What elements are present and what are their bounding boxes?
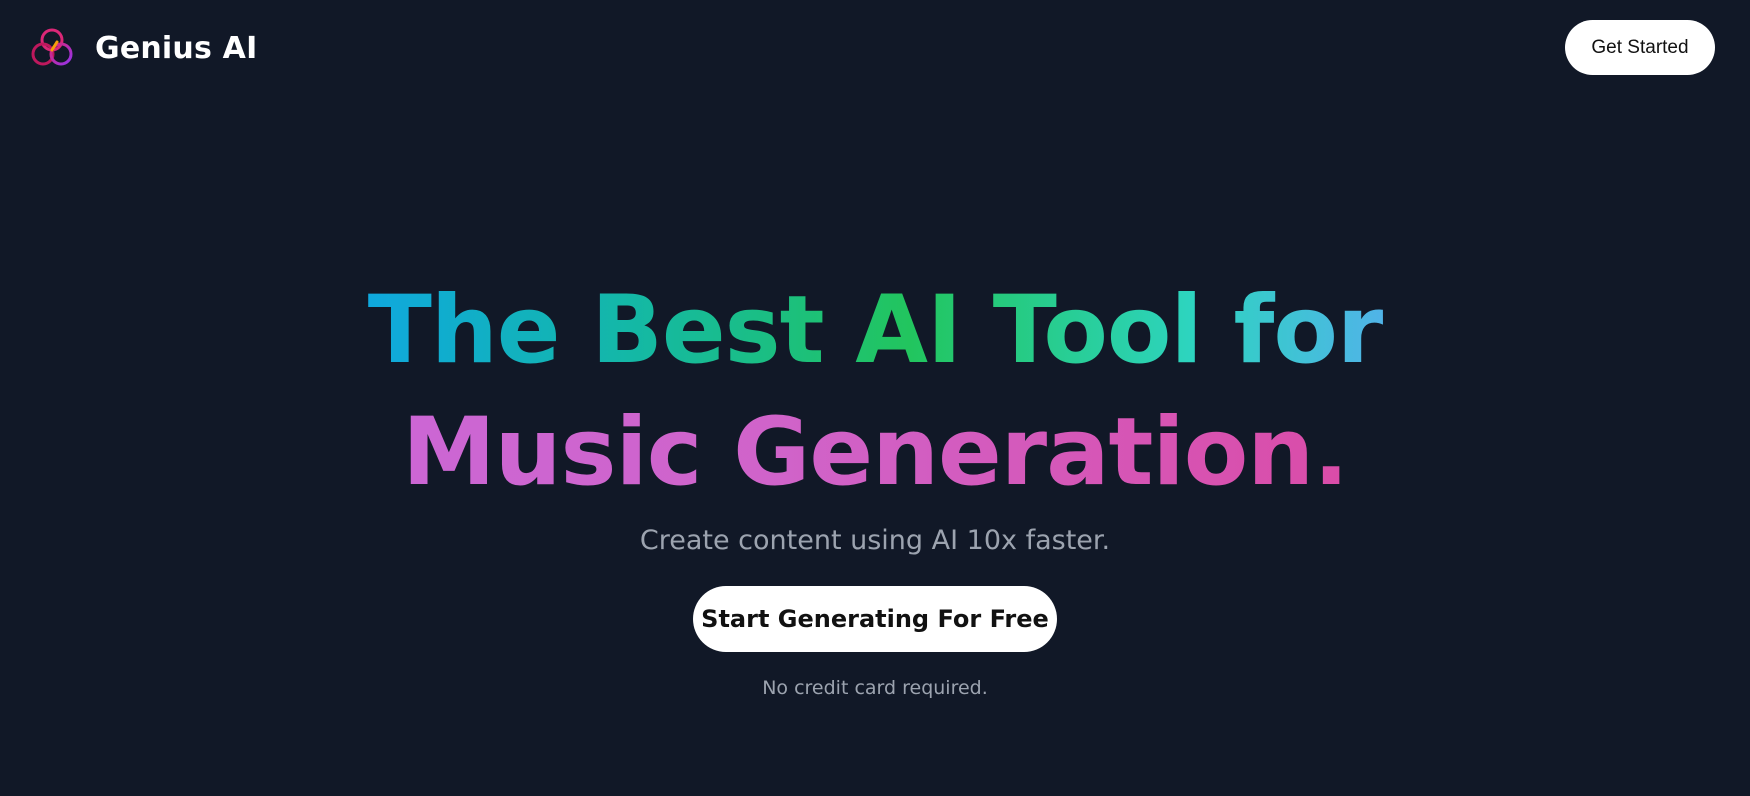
- headline-line-1: The Best AI Tool for: [0, 270, 1750, 392]
- brand-name: Genius AI: [95, 30, 258, 66]
- start-generating-button[interactable]: Start Generating For Free: [693, 586, 1057, 652]
- logo-icon: [31, 28, 73, 66]
- get-started-button[interactable]: Get Started: [1565, 20, 1715, 75]
- hero-section: The Best AI Tool for Music Generation. C…: [0, 270, 1750, 700]
- navbar: Genius AI Get Started: [0, 0, 1750, 94]
- brand-link[interactable]: Genius AI: [30, 26, 257, 70]
- hero-subheadline: Create content using AI 10x faster.: [639, 525, 1111, 556]
- headline-line-2: Music Generation.: [0, 392, 1750, 514]
- hero-headline: The Best AI Tool for Music Generation.: [0, 270, 1750, 514]
- no-credit-card-note: No credit card required.: [762, 677, 988, 699]
